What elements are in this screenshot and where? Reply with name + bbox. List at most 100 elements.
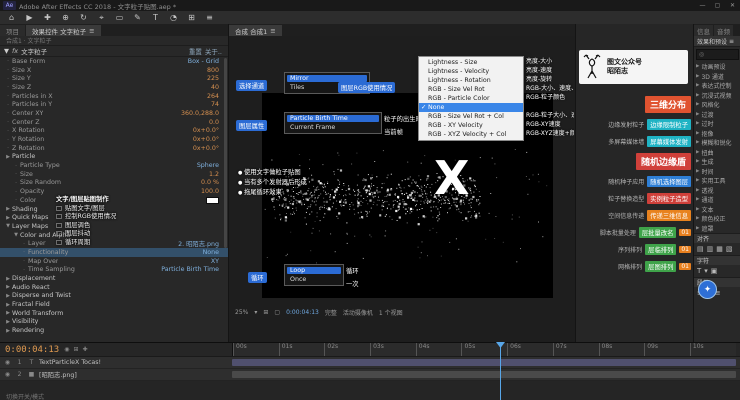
option-mirror[interactable]: Mirror (287, 75, 367, 82)
tutorial-chip[interactable]: 边缘限制粒子 (647, 119, 691, 130)
tutorial-chip[interactable]: 三维分布 (645, 96, 691, 113)
property-value[interactable]: 2. 昭陌志.png (178, 239, 219, 248)
tutorial-item[interactable]: 三维分布 (579, 96, 691, 113)
effect-category[interactable]: ▶通道 (694, 195, 740, 205)
grid-guides-icon[interactable]: ⊞ (263, 309, 268, 316)
effect-row[interactable]: ▶Quick Maps (0, 213, 228, 222)
twirl-icon[interactable]: ▶ (4, 302, 12, 308)
twirl-icon[interactable]: ▶ (696, 197, 699, 202)
panel-icon[interactable]: ▾ (704, 267, 708, 275)
puppet-pin-tool-icon[interactable]: ⊞ (185, 13, 198, 22)
tab-composition[interactable]: 合成 合成1 ≡ (229, 25, 282, 36)
twirl-icon[interactable]: ▶ (696, 140, 699, 145)
popup-item[interactable]: RGB - XY Velocity (419, 121, 523, 130)
twirl-icon[interactable]: ▶ (4, 319, 12, 325)
stopwatch-icon[interactable]: · (4, 76, 12, 82)
effect-category[interactable]: ▶表达式控制 (694, 81, 740, 91)
stopwatch-icon[interactable]: · (4, 137, 12, 143)
stopwatch-icon[interactable]: · (4, 102, 12, 108)
stopwatch-icon[interactable]: · (4, 67, 12, 73)
effect-row[interactable]: ·Z Rotation0x+0.0° (0, 144, 228, 153)
popup-item[interactable]: Lightness - Size (419, 58, 523, 67)
view-layout-select[interactable]: 1 个视图 (379, 308, 403, 317)
stopwatch-icon[interactable]: · (12, 197, 20, 203)
twirl-icon[interactable]: ▶ (696, 74, 699, 79)
layer-name[interactable]: TextParticleX Tocas! (39, 359, 101, 366)
stopwatch-icon[interactable]: · (4, 58, 12, 64)
close-button[interactable]: ✕ (725, 2, 740, 9)
twirl-icon[interactable]: ▶ (696, 121, 699, 126)
effect-row[interactable]: ·X Rotation0x+0.0° (0, 127, 228, 136)
tab-effect-controls[interactable]: 效果控件 文字粒子 ≡ (26, 25, 101, 36)
twirl-icon[interactable]: ▶ (696, 64, 699, 69)
tab-info[interactable]: 信息 (694, 25, 713, 36)
stopwatch-icon[interactable]: · (12, 163, 20, 169)
twirl-icon[interactable]: ▶ (696, 226, 699, 231)
pen-tool-icon[interactable]: ✎ (131, 13, 144, 22)
panel-icon[interactable]: ▦ (716, 245, 723, 253)
reset-button[interactable]: 重置 (189, 46, 202, 56)
effect-row[interactable]: ▼Color and Alpha (0, 231, 228, 240)
property-value[interactable]: 225 (207, 75, 219, 82)
scrollbar[interactable] (224, 58, 227, 248)
tutorial-chip[interactable]: 传递三维信息 (647, 210, 691, 221)
panel-icon[interactable]: T (697, 267, 701, 275)
tutorial-item[interactable]: 随机种子应用随机选择图层 (579, 176, 691, 187)
stopwatch-icon[interactable]: · (4, 145, 12, 151)
effect-row[interactable]: ·Center Z0.0 (0, 118, 228, 127)
effect-category[interactable]: ▶透视 (694, 186, 740, 196)
effect-category[interactable]: ▶3D 通道 (694, 72, 740, 82)
effect-category[interactable]: ▶实用工具 (694, 176, 740, 186)
option-once[interactable]: Once (287, 276, 341, 283)
twirl-icon[interactable]: ▶ (696, 188, 699, 193)
popup-item[interactable]: RGB - Size Vel Rot + Col (419, 112, 523, 121)
effect-row[interactable]: ·Size X800 (0, 66, 228, 75)
stopwatch-icon[interactable]: · (12, 180, 20, 186)
effect-row[interactable]: ▶Shading (0, 205, 228, 214)
twirl-icon[interactable]: ▶ (696, 207, 699, 212)
effect-row[interactable]: ·Size Random0.0 % (0, 179, 228, 188)
visibility-icon[interactable]: ◉ (3, 359, 12, 366)
twirl-icon[interactable]: ▶ (4, 293, 12, 299)
effect-category[interactable]: ▶抠像 (694, 129, 740, 139)
stopwatch-icon[interactable]: · (4, 110, 12, 116)
effect-category[interactable]: ▶扭曲 (694, 148, 740, 158)
timeline-tool-icon[interactable]: ✚ (82, 346, 87, 353)
property-value[interactable]: 1.2 (209, 171, 219, 178)
effect-row[interactable]: ·Size1.2 (0, 170, 228, 179)
stopwatch-icon[interactable]: · (4, 93, 12, 99)
tutorial-item[interactable]: 网格排列层图排列01 (579, 261, 691, 272)
property-value[interactable]: 100.0 (201, 188, 219, 195)
timeline-tool-icon[interactable]: ◉ (64, 346, 69, 353)
twirl-icon[interactable]: ▶ (696, 159, 699, 164)
property-value[interactable]: Sphere (197, 162, 219, 169)
tutorial-chip[interactable]: 层批量改名 (639, 227, 676, 238)
twirl-icon[interactable]: ▶ (696, 178, 699, 183)
popup-item[interactable]: RGB - Particle Color (419, 94, 523, 103)
effect-row[interactable]: ·FunctionalityNone (0, 248, 228, 257)
effect-row[interactable]: ·Map OverXY (0, 257, 228, 266)
tab-project[interactable]: 项目 (0, 25, 25, 36)
chevron-down-icon[interactable]: ▾ (254, 309, 257, 316)
property-value[interactable]: 0x+0.0° (193, 145, 219, 152)
tutorial-item[interactable]: 边缘发射粒子边缘限制粒子 (579, 119, 691, 130)
property-value[interactable]: 0x+0.0° (193, 136, 219, 143)
hand-tool-icon[interactable]: ✚ (41, 13, 54, 22)
twirl-icon[interactable]: ▶ (696, 150, 699, 155)
brush-tool-icon[interactable]: ◔ (167, 13, 180, 22)
popup-item[interactable]: RGB - XYZ Velocity + Col (419, 130, 523, 139)
layer-track[interactable] (232, 369, 740, 380)
tutorial-chip[interactable]: 随机选择图层 (647, 176, 691, 187)
stopwatch-icon[interactable]: · (20, 258, 28, 264)
playhead[interactable] (500, 342, 501, 400)
twirl-icon[interactable]: ▶ (4, 215, 12, 221)
mask-toggle-icon[interactable]: ▢ (274, 309, 280, 316)
panel-icon[interactable]: ▥ (707, 245, 714, 253)
layer-duration-bar[interactable] (232, 359, 736, 366)
effect-row[interactable]: ·Particles in X264 (0, 92, 228, 101)
current-timecode[interactable]: 0:00:04:13 (0, 345, 64, 355)
effect-row[interactable]: ·Size Z40 (0, 83, 228, 92)
zoom-level[interactable]: 25% (235, 309, 248, 316)
effect-category[interactable]: ▶颜色校正 (694, 214, 740, 224)
tutorial-chip[interactable]: 层图排列 (645, 261, 676, 272)
